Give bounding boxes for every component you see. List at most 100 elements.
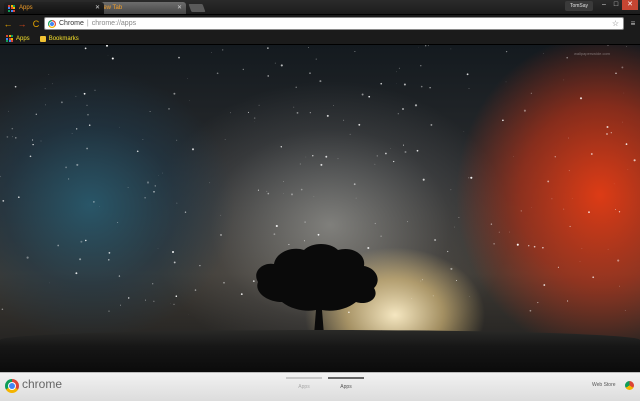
- star: [454, 227, 455, 228]
- star: [619, 286, 620, 287]
- web-store-icon[interactable]: [625, 381, 634, 390]
- star: [458, 217, 459, 218]
- star: [491, 223, 492, 224]
- star: [513, 156, 514, 157]
- star: [350, 134, 351, 135]
- page-label: Apps: [340, 384, 351, 390]
- star: [569, 170, 570, 171]
- star: [568, 138, 569, 139]
- star: [517, 244, 519, 246]
- star: [592, 276, 594, 278]
- star: [195, 289, 196, 290]
- star: [172, 251, 174, 253]
- star: [178, 57, 180, 59]
- tab-strip: New Tab ✕ Apps ✕ TomSay – □ ✕: [0, 0, 640, 15]
- star: [528, 245, 529, 246]
- minimize-button[interactable]: –: [598, 0, 610, 10]
- star: [354, 51, 355, 52]
- star: [375, 223, 376, 224]
- star: [625, 310, 626, 311]
- star: [158, 175, 159, 176]
- star: [185, 212, 186, 213]
- star: [412, 298, 413, 299]
- menu-icon[interactable]: ≡: [628, 19, 638, 29]
- star: [106, 45, 108, 47]
- star: [153, 301, 154, 302]
- close-icon[interactable]: ✕: [95, 3, 100, 13]
- bookmark-apps[interactable]: Apps: [6, 35, 30, 42]
- tab-new-tab[interactable]: New Tab ✕: [92, 2, 186, 14]
- star: [128, 297, 129, 298]
- star: [95, 90, 96, 91]
- star: [243, 69, 244, 70]
- maximize-button[interactable]: □: [610, 0, 622, 10]
- star: [87, 114, 89, 116]
- forward-button[interactable]: →: [16, 18, 28, 30]
- star: [152, 283, 153, 284]
- star: [621, 66, 623, 68]
- page-indicator-bar: [328, 377, 364, 379]
- star: [301, 189, 303, 191]
- star: [493, 243, 495, 245]
- page-switcher-1[interactable]: Apps: [284, 377, 324, 399]
- bookmarks-bar: Apps Bookmarks: [0, 33, 640, 45]
- star: [403, 145, 404, 146]
- star: [318, 234, 320, 236]
- star: [259, 105, 260, 106]
- star: [634, 159, 636, 161]
- star: [176, 140, 177, 141]
- bookmark-label: Apps: [16, 36, 30, 42]
- star: [145, 300, 146, 301]
- star: [530, 310, 532, 312]
- chrome-logo-icon: [5, 379, 19, 393]
- star: [108, 259, 109, 260]
- star: [333, 105, 334, 106]
- profile-button[interactable]: TomSay: [565, 1, 593, 11]
- star: [417, 150, 419, 152]
- star: [7, 136, 9, 138]
- star: [622, 122, 623, 123]
- star: [32, 139, 33, 140]
- star: [563, 209, 564, 210]
- star: [2, 308, 4, 310]
- star: [304, 221, 305, 222]
- star: [433, 296, 434, 297]
- star: [86, 148, 88, 150]
- star: [467, 73, 469, 75]
- bookmark-star-icon[interactable]: ☆: [612, 18, 619, 29]
- tab-apps[interactable]: Apps ✕: [4, 2, 104, 14]
- web-store-link[interactable]: Web Store: [592, 382, 616, 388]
- star: [15, 86, 17, 88]
- star: [220, 234, 221, 235]
- back-button[interactable]: ←: [2, 18, 14, 30]
- close-window-button[interactable]: ✕: [622, 0, 638, 10]
- page-label: Apps: [298, 384, 309, 390]
- bookmark-folder[interactable]: Bookmarks: [40, 36, 79, 42]
- star: [358, 124, 360, 126]
- star: [75, 96, 76, 97]
- star: [150, 111, 151, 112]
- star: [434, 239, 436, 241]
- omnibox-separator: |: [87, 20, 89, 27]
- star: [128, 187, 129, 188]
- star: [580, 261, 581, 262]
- star: [564, 80, 565, 81]
- star: [108, 311, 109, 312]
- omnibox[interactable]: Chrome | chrome://apps ☆: [44, 17, 624, 30]
- close-icon[interactable]: ✕: [177, 3, 182, 13]
- reload-button[interactable]: C: [30, 18, 42, 30]
- new-tab-button[interactable]: [189, 4, 206, 12]
- star: [506, 82, 507, 83]
- star: [425, 45, 426, 46]
- star: [276, 225, 278, 227]
- star: [398, 113, 399, 114]
- star: [611, 132, 612, 133]
- star: [45, 105, 46, 106]
- star: [626, 143, 628, 145]
- page-switcher-2[interactable]: Apps: [326, 377, 366, 399]
- apps-grid-icon: [6, 35, 13, 42]
- star: [52, 83, 53, 84]
- star: [456, 280, 457, 281]
- star: [319, 80, 321, 82]
- star: [368, 96, 370, 98]
